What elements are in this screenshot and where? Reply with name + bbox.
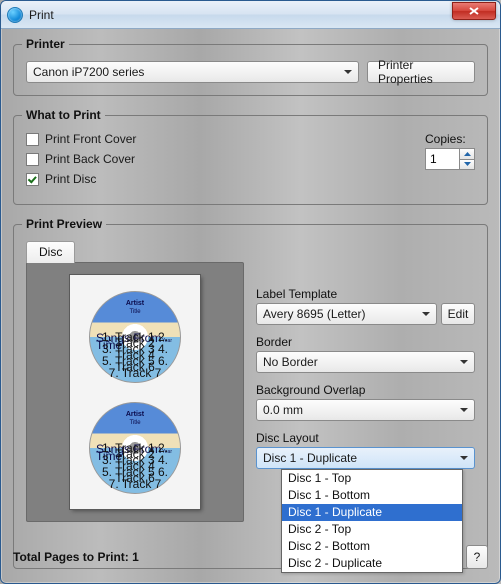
printer-group: Printer Canon iP7200 series Printer Prop… xyxy=(13,37,488,96)
checkbox-icon xyxy=(26,133,39,146)
disc-layout-select[interactable]: Disc 1 - Duplicate xyxy=(256,447,475,469)
close-button[interactable] xyxy=(452,2,496,20)
checkbox-icon xyxy=(26,173,39,186)
print-preview-legend: Print Preview xyxy=(22,217,106,231)
checkbox-icon xyxy=(26,153,39,166)
print-disc-checkbox[interactable]: Print Disc xyxy=(26,172,425,186)
disc-layout-option[interactable]: Disc 1 - Top xyxy=(282,470,462,487)
border-label: Border xyxy=(256,335,475,349)
close-icon xyxy=(469,7,479,15)
disc-layout-option[interactable]: Disc 2 - Top xyxy=(282,521,462,538)
bg-overlap-label: Background Overlap xyxy=(256,383,475,397)
disc-layout-label: Disc Layout xyxy=(256,431,475,445)
what-to-print-legend: What to Print xyxy=(22,108,105,122)
copies-up-button[interactable] xyxy=(459,148,475,159)
disc-layout-dropdown-list[interactable]: Disc 1 - TopDisc 1 - BottomDisc 1 - Dupl… xyxy=(281,469,463,573)
print-back-cover-checkbox[interactable]: Print Back Cover xyxy=(26,152,425,166)
label-template-label: Label Template xyxy=(256,287,475,301)
edit-template-button[interactable]: Edit xyxy=(441,303,475,325)
printer-legend: Printer xyxy=(22,37,69,51)
disc-preview-2: Artist Title Songs FromTime Year 1. Trac… xyxy=(89,402,181,494)
copies-spinner[interactable]: 1 xyxy=(425,148,475,170)
preview-canvas: Artist Title Songs FromTime Year 1. Trac… xyxy=(26,262,244,522)
printer-select-value: Canon iP7200 series xyxy=(33,65,144,79)
disc-layout-option[interactable]: Disc 1 - Duplicate xyxy=(282,504,462,521)
copies-value[interactable]: 1 xyxy=(425,148,459,170)
print-front-cover-checkbox[interactable]: Print Front Cover xyxy=(26,132,425,146)
window-title: Print xyxy=(29,8,452,22)
chevron-up-icon xyxy=(464,152,471,156)
help-button[interactable]: ? xyxy=(466,545,488,569)
printer-properties-button[interactable]: Printer Properties xyxy=(367,61,475,83)
app-icon xyxy=(7,7,23,23)
border-select[interactable]: No Border xyxy=(256,351,475,373)
copies-label: Copies: xyxy=(425,132,475,146)
title-bar: Print xyxy=(1,1,500,29)
disc-layout-option[interactable]: Disc 1 - Bottom xyxy=(282,487,462,504)
disc-preview-1: Artist Title Songs FromTime Year 1. Trac… xyxy=(89,291,181,383)
printer-select[interactable]: Canon iP7200 series xyxy=(26,61,359,83)
disc-layout-option[interactable]: Disc 2 - Duplicate xyxy=(282,555,462,572)
bg-overlap-select[interactable]: 0.0 mm xyxy=(256,399,475,421)
label-template-select[interactable]: Avery 8695 (Letter) xyxy=(256,303,437,325)
what-to-print-group: What to Print Print Front Cover Print Ba… xyxy=(13,108,488,205)
copies-down-button[interactable] xyxy=(459,159,475,171)
preview-page: Artist Title Songs FromTime Year 1. Trac… xyxy=(70,275,200,509)
disc-layout-option[interactable]: Disc 2 - Bottom xyxy=(282,538,462,555)
chevron-down-icon xyxy=(464,162,471,166)
tab-disc[interactable]: Disc xyxy=(26,241,75,263)
